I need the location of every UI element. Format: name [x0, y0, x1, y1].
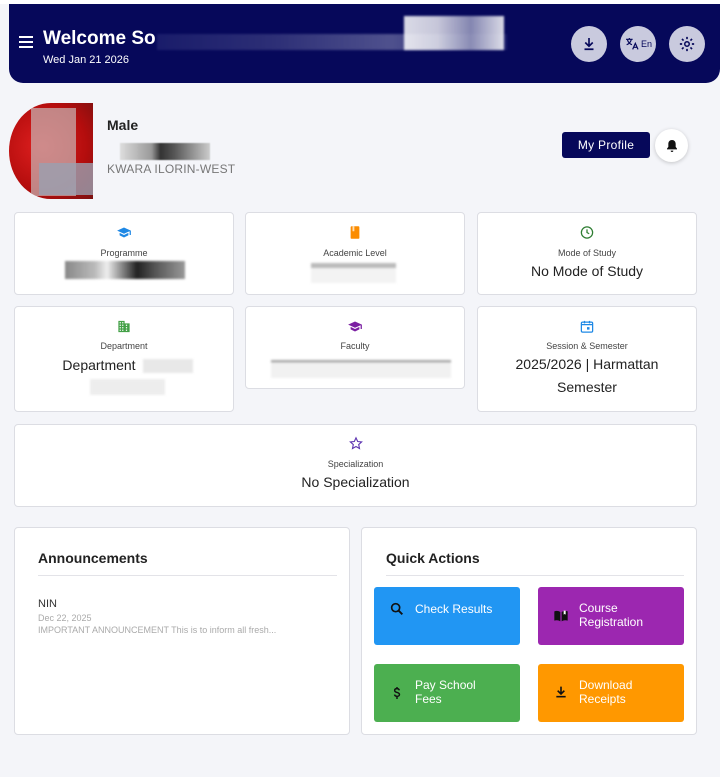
download-receipts-button[interactable]: Download Receipts — [538, 664, 684, 722]
announcement-snippet[interactable]: IMPORTANT ANNOUNCEMENT This is to inform… — [38, 625, 323, 635]
redacted-id — [120, 143, 210, 160]
welcome-text: Welcome So — [43, 28, 156, 49]
search-icon — [390, 602, 403, 615]
redacted-programme — [65, 261, 185, 279]
star-icon — [348, 436, 363, 450]
notifications-button[interactable] — [655, 129, 688, 162]
language-label: En — [640, 39, 652, 49]
announcement-date: Dec 22, 2025 — [38, 613, 92, 623]
specialization-card: Specialization No Specialization — [14, 424, 697, 507]
redacted-name-2 — [404, 16, 504, 50]
academic-level-card: Academic Level — [245, 212, 465, 295]
academic-level-label: Academic Level — [323, 248, 387, 258]
announcement-title[interactable]: NIN — [38, 598, 57, 610]
course-registration-label: Course Registration — [579, 601, 644, 629]
download-icon — [556, 686, 566, 698]
menu-icon[interactable] — [19, 36, 33, 48]
profile-gender: Male — [107, 117, 139, 133]
download-button[interactable] — [571, 26, 607, 62]
faculty-card: Faculty — [245, 306, 465, 389]
specialization-value: No Specialization — [301, 474, 410, 490]
mode-of-study-value: No Mode of Study — [530, 263, 644, 279]
department-label: Department — [100, 341, 148, 351]
graduation-cap-icon — [348, 321, 362, 332]
header-banner: Welcome So Wed Jan 21 2026 En — [9, 4, 720, 83]
download-receipts-label: Download Receipts — [579, 678, 633, 706]
quick-actions-title: Quick Actions — [386, 550, 480, 566]
course-registration-button[interactable]: Course Registration — [538, 587, 684, 645]
department-value: Department — [62, 357, 136, 373]
programme-card: Programme — [14, 212, 234, 295]
book-open-icon — [554, 610, 568, 622]
my-profile-button[interactable]: My Profile — [562, 132, 650, 158]
check-results-label: Check Results — [415, 602, 493, 616]
language-button[interactable]: En — [620, 26, 656, 62]
pay-fees-button[interactable]: Pay School Fees — [374, 664, 520, 722]
current-date: Wed Jan 21 2026 — [43, 54, 130, 66]
clock-icon — [580, 226, 594, 239]
specialization-label: Specialization — [327, 459, 384, 469]
announcements-divider — [38, 575, 337, 576]
redacted-department-2 — [90, 379, 165, 395]
department-card: Department Department — [14, 306, 234, 412]
session-label: Session & Semester — [546, 341, 628, 351]
redacted-department — [143, 359, 193, 373]
graduation-cap-icon — [117, 227, 131, 238]
quick-actions-divider — [386, 575, 684, 576]
profile-location: KWARA ILORIN-WEST — [107, 162, 236, 176]
bell-icon — [666, 139, 677, 152]
programme-label: Programme — [100, 248, 148, 258]
building-icon — [118, 320, 130, 333]
redacted-faculty — [271, 360, 451, 378]
mode-of-study-card: Mode of Study No Mode of Study — [477, 212, 697, 295]
avatar — [9, 103, 93, 199]
mode-of-study-label: Mode of Study — [557, 248, 617, 258]
session-card: Session & Semester 2025/2026 | Harmattan… — [477, 306, 697, 412]
session-value: 2025/2026 | Harmattan Semester — [515, 356, 659, 395]
gear-icon — [679, 36, 695, 52]
calendar-icon — [580, 320, 594, 333]
pay-fees-label: Pay School Fees — [415, 678, 476, 706]
announcements-title: Announcements — [38, 550, 148, 566]
check-results-button[interactable]: Check Results — [374, 587, 520, 645]
translate-icon — [625, 38, 639, 50]
dollar-icon — [393, 687, 401, 699]
settings-button[interactable] — [669, 26, 705, 62]
book-icon — [350, 226, 360, 239]
download-icon — [584, 38, 594, 51]
faculty-label: Faculty — [340, 341, 370, 351]
redacted-level — [311, 263, 396, 283]
